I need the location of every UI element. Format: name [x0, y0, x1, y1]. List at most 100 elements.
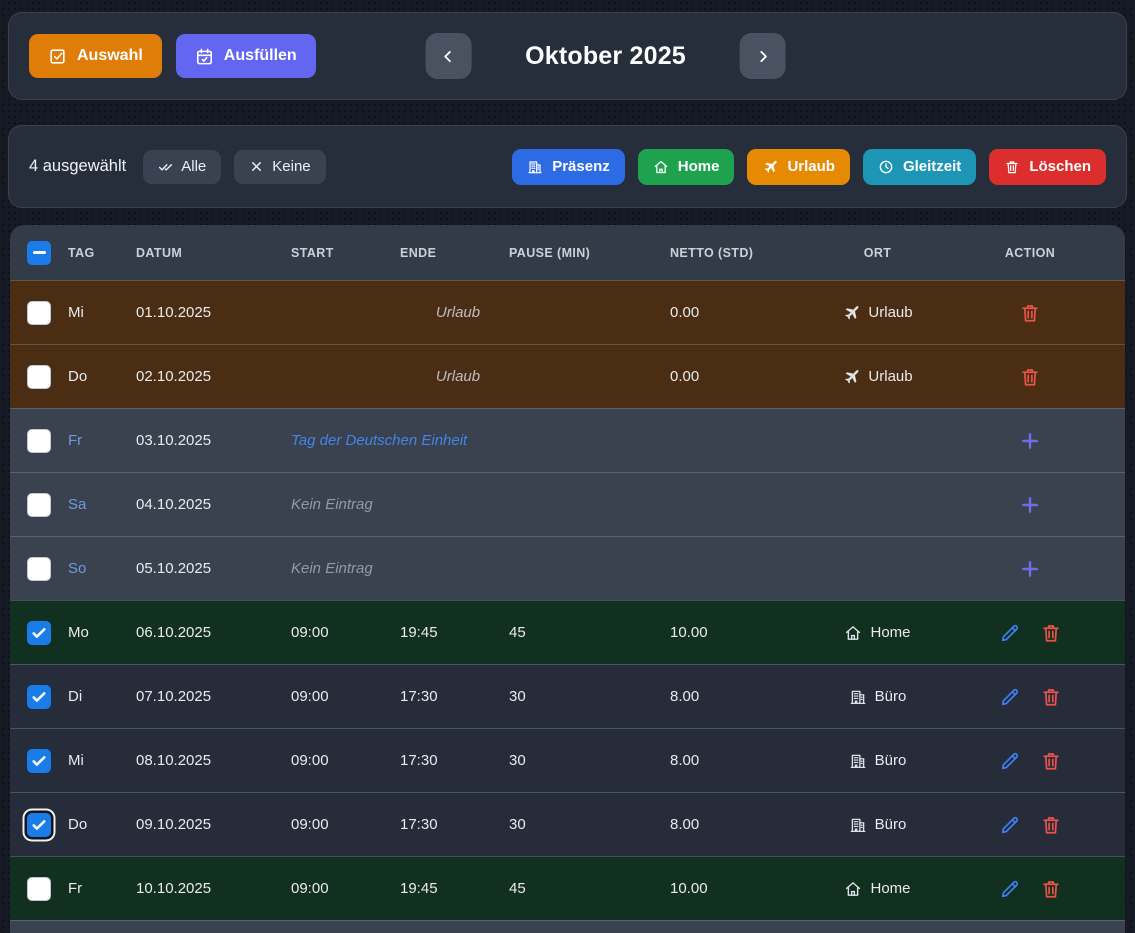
indeterminate-minus-icon: [33, 251, 46, 254]
loeschen-button[interactable]: Löschen: [989, 149, 1106, 185]
house-icon: [844, 880, 862, 898]
next-month-button[interactable]: [740, 33, 786, 79]
day-cell: Sa: [68, 473, 136, 536]
auswahl-button-label: Auswahl: [77, 47, 143, 65]
header-start: START: [291, 246, 400, 260]
note-cell: Kein Eintrag: [291, 537, 935, 600]
ort-cell: Urlaub: [820, 281, 935, 344]
select-none-button[interactable]: Keine: [234, 150, 325, 184]
table-row: Mi 08.10.2025 09:00 17:30 30 8.00 Büro: [10, 728, 1125, 792]
gleitzeit-button[interactable]: Gleitzeit: [863, 149, 976, 185]
row-checkbox[interactable]: [27, 621, 51, 645]
date-cell: 03.10.2025: [136, 409, 291, 472]
start-cell: 09:00: [291, 601, 400, 664]
ort-cell: Büro: [820, 665, 935, 728]
day-cell: Do: [68, 793, 136, 856]
select-all-button[interactable]: Alle: [143, 150, 221, 184]
day-cell: Fr: [68, 409, 136, 472]
edit-button[interactable]: [999, 686, 1021, 708]
row-checkbox[interactable]: [27, 557, 51, 581]
start-cell: 09:00: [291, 665, 400, 728]
check-square-icon: [48, 47, 67, 66]
table-row: Fr 10.10.2025 09:00 19:45 45 10.00 Home: [10, 856, 1125, 920]
trash-icon: [1004, 159, 1020, 175]
gleitzeit-button-label: Gleitzeit: [903, 158, 961, 175]
row-checkbox[interactable]: [27, 365, 51, 389]
ende-cell: 19:45: [400, 601, 509, 664]
table-row: Do 02.10.2025 Urlaub 0.00 Urlaub: [10, 344, 1125, 408]
row-checkbox[interactable]: [27, 813, 51, 837]
delete-button[interactable]: [1019, 302, 1041, 324]
ort-label: Urlaub: [868, 304, 912, 321]
ort-cell: Home: [820, 601, 935, 664]
add-entry-button[interactable]: [1018, 429, 1042, 453]
ausfuellen-button[interactable]: Ausfüllen: [176, 34, 316, 78]
start-cell: 09:00: [291, 857, 400, 920]
plane-icon: [842, 368, 860, 386]
edit-button[interactable]: [999, 622, 1021, 644]
pause-cell: 30: [509, 793, 670, 856]
note-cell: Kein Eintrag: [291, 473, 935, 536]
header-ende: ENDE: [400, 246, 509, 260]
pause-cell: 30: [509, 729, 670, 792]
delete-button[interactable]: [1040, 814, 1062, 836]
actions-cell: [935, 601, 1125, 664]
bulk-actions: Präsenz Home Urlaub Gleitzeit Löschen: [512, 149, 1106, 185]
add-entry-button[interactable]: [1018, 493, 1042, 517]
ende-cell: 19:45: [400, 857, 509, 920]
double-check-icon: [158, 159, 173, 174]
month-title: Oktober 2025: [525, 42, 686, 71]
select-all-checkbox[interactable]: [27, 241, 51, 265]
home-button[interactable]: Home: [638, 149, 735, 185]
table-header-row: TAG DATUM START ENDE PAUSE (MIN) NETTO (…: [10, 225, 1125, 280]
auswahl-button[interactable]: Auswahl: [29, 34, 162, 78]
table-row: Fr 03.10.2025 Tag der Deutschen Einheit: [10, 408, 1125, 472]
row-checkbox[interactable]: [27, 493, 51, 517]
row-checkbox[interactable]: [27, 749, 51, 773]
edit-button[interactable]: [999, 814, 1021, 836]
actions-cell: [935, 473, 1125, 536]
delete-button[interactable]: [1040, 878, 1062, 900]
building-icon: [527, 159, 543, 175]
x-icon: [249, 159, 264, 174]
urlaub-button[interactable]: Urlaub: [747, 149, 850, 185]
day-cell: Do: [68, 345, 136, 408]
row-checkbox[interactable]: [27, 685, 51, 709]
date-cell: 05.10.2025: [136, 537, 291, 600]
header-ort: ORT: [820, 246, 935, 260]
date-cell: 02.10.2025: [136, 345, 291, 408]
date-cell: 09.10.2025: [136, 793, 291, 856]
edit-button[interactable]: [999, 878, 1021, 900]
previous-month-button[interactable]: [425, 33, 471, 79]
ort-label: Büro: [875, 752, 907, 769]
row-checkbox[interactable]: [27, 877, 51, 901]
pause-cell: 45: [509, 857, 670, 920]
netto-cell: 10.00: [670, 601, 820, 664]
edit-button[interactable]: [999, 750, 1021, 772]
loeschen-button-label: Löschen: [1029, 158, 1091, 175]
delete-button[interactable]: [1040, 750, 1062, 772]
house-icon: [844, 624, 862, 642]
timesheet-table: TAG DATUM START ENDE PAUSE (MIN) NETTO (…: [10, 225, 1125, 933]
day-cell: Mo: [68, 601, 136, 664]
start-cell: 09:00: [291, 729, 400, 792]
top-toolbar: Auswahl Ausfüllen Oktober 2025: [8, 12, 1127, 100]
praesenz-button-label: Präsenz: [552, 158, 610, 175]
delete-button[interactable]: [1040, 622, 1062, 644]
praesenz-button[interactable]: Präsenz: [512, 149, 625, 185]
netto-cell: 8.00: [670, 793, 820, 856]
ort-label: Home: [870, 624, 910, 641]
ort-cell: Urlaub: [820, 345, 935, 408]
row-checkbox[interactable]: [27, 301, 51, 325]
actions-cell: [935, 345, 1125, 408]
delete-button[interactable]: [1019, 366, 1041, 388]
delete-button[interactable]: [1040, 686, 1062, 708]
add-entry-button[interactable]: [1018, 557, 1042, 581]
table-row: Sa 04.10.2025 Kein Eintrag: [10, 472, 1125, 536]
row-checkbox[interactable]: [27, 429, 51, 453]
table-row: So 05.10.2025 Kein Eintrag: [10, 536, 1125, 600]
day-cell: Fr: [68, 857, 136, 920]
building-icon: [849, 816, 867, 834]
date-cell: 06.10.2025: [136, 601, 291, 664]
day-cell: So: [68, 537, 136, 600]
